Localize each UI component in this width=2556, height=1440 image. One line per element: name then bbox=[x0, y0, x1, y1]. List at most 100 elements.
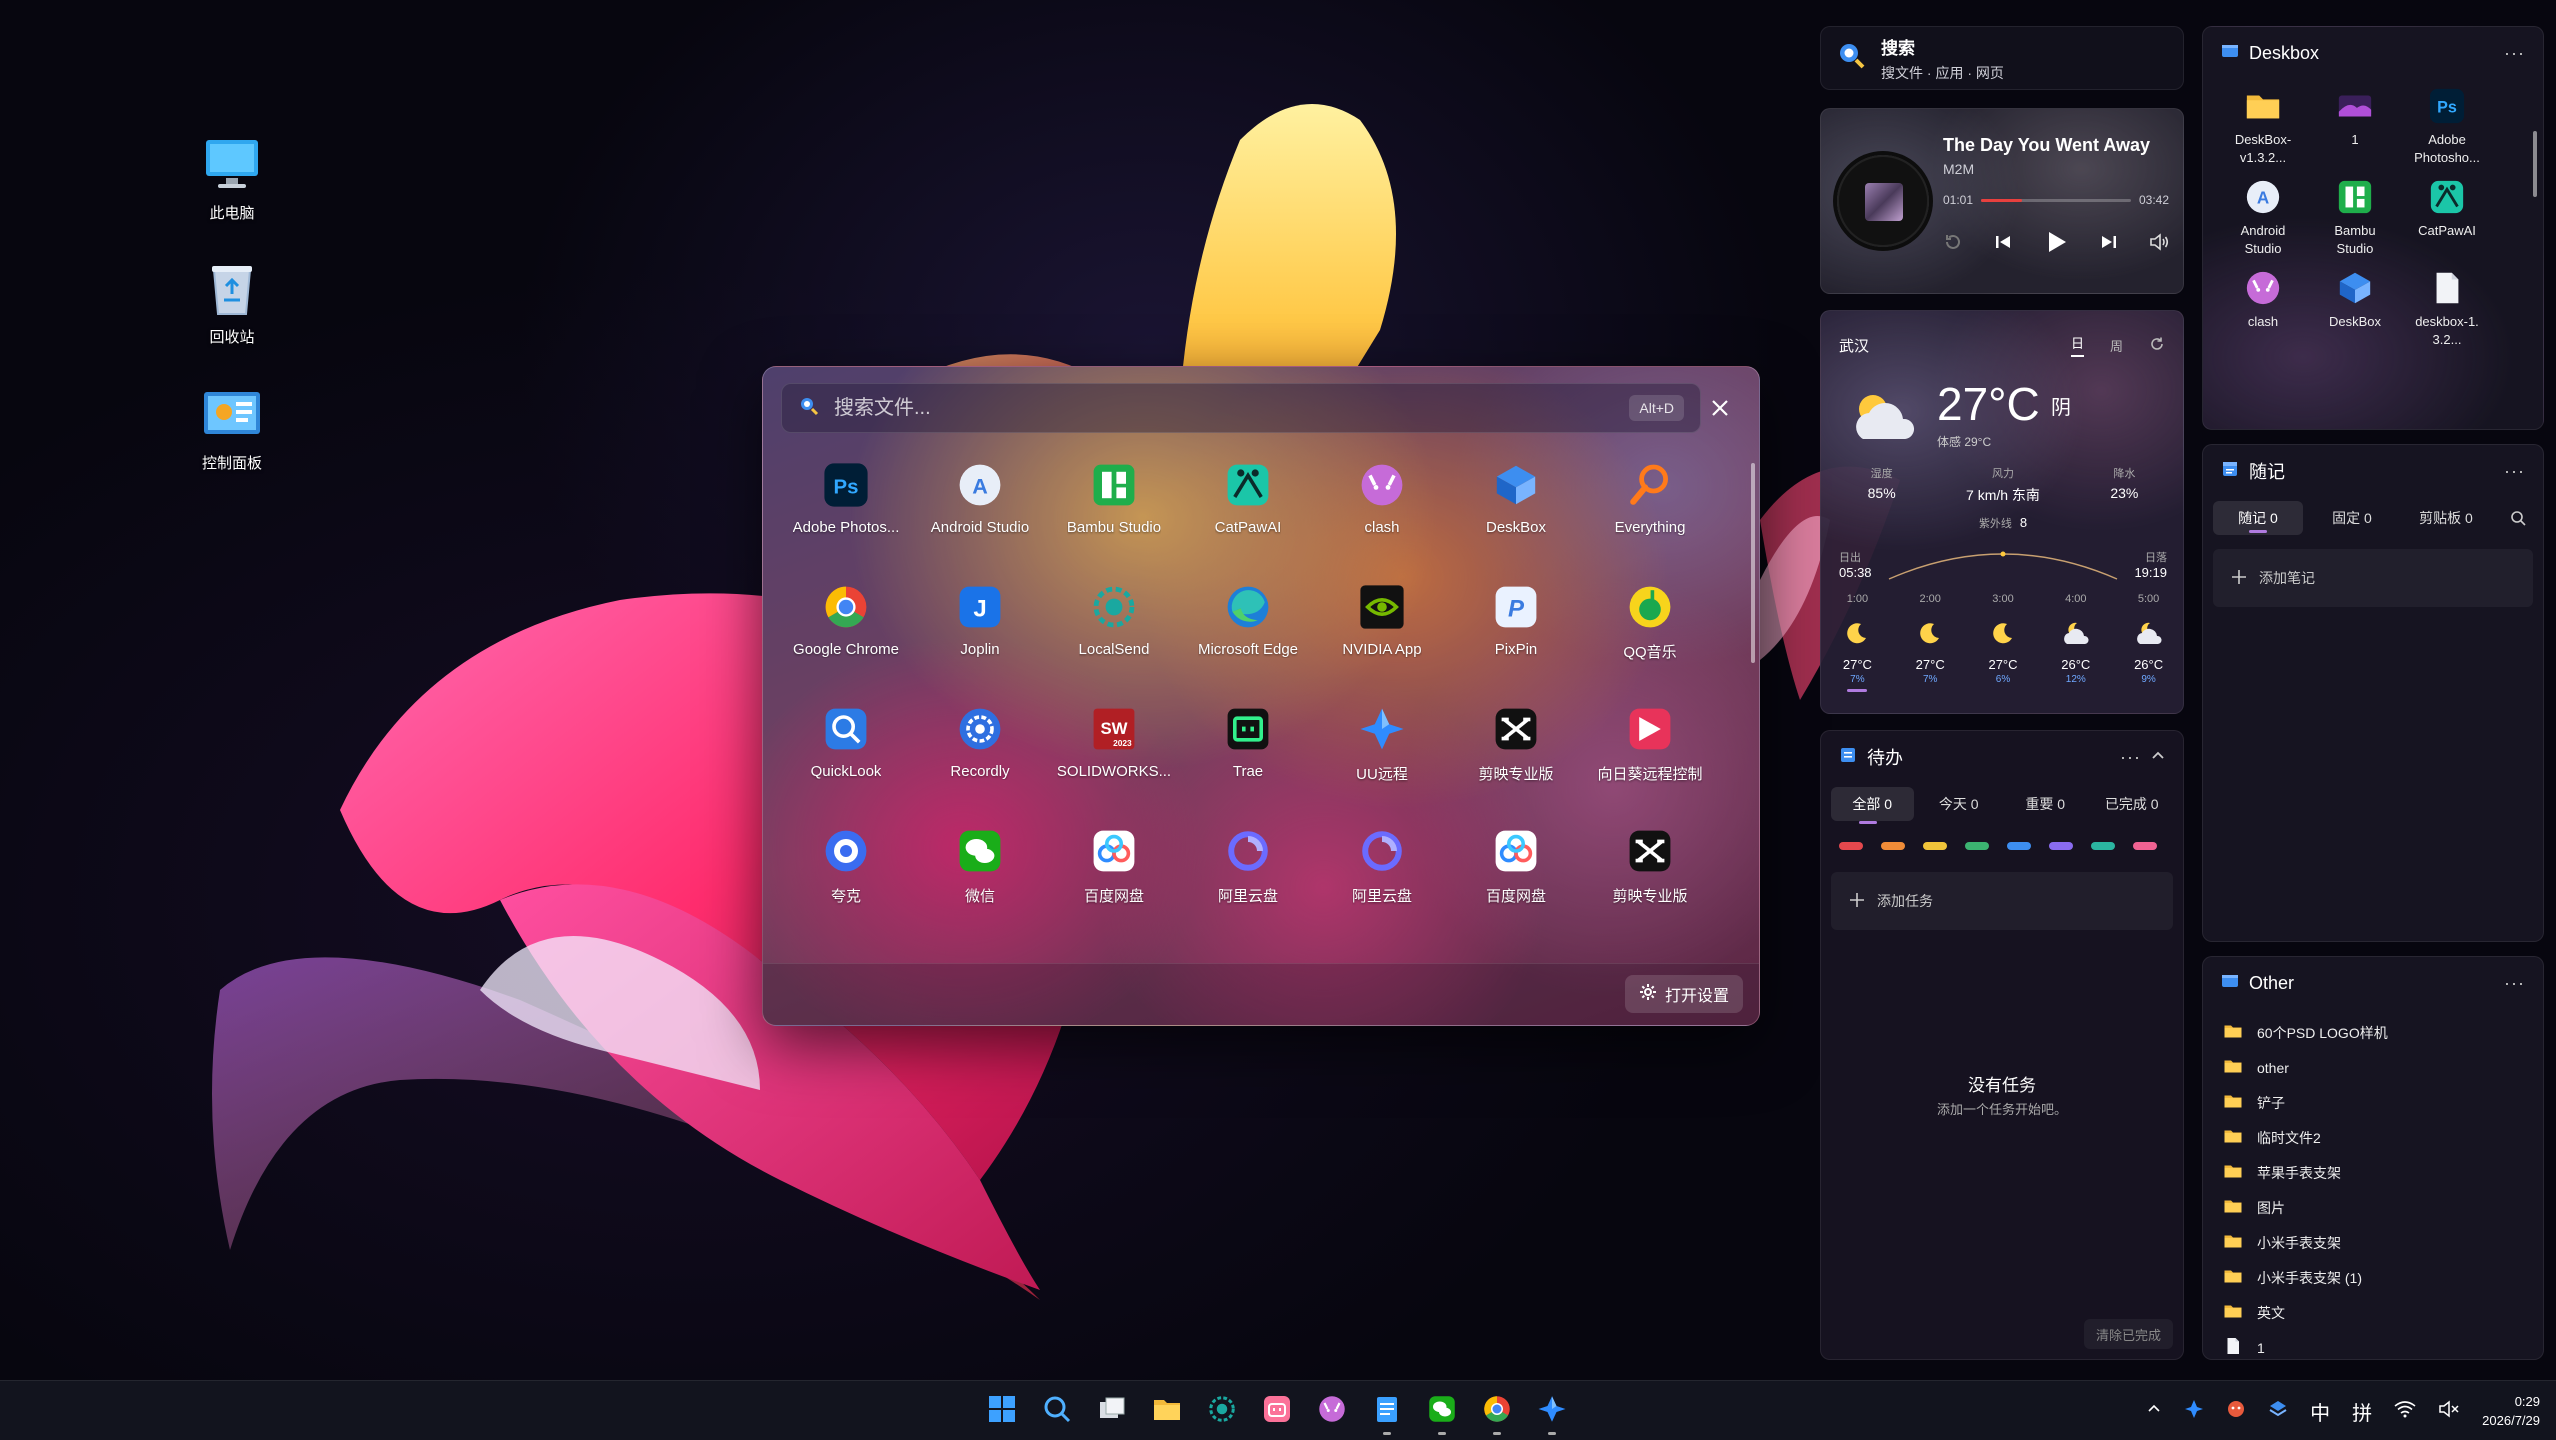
folder-list-item[interactable]: 英文 bbox=[2223, 1295, 2523, 1330]
taskbar-windows-start-button[interactable] bbox=[982, 1391, 1022, 1431]
color-filter-dot[interactable] bbox=[2049, 842, 2073, 850]
color-filter-dot[interactable] bbox=[2007, 842, 2031, 850]
search-widget[interactable]: 搜索 搜文件 · 应用 · 网页 bbox=[1820, 26, 2184, 90]
launcher-app-tile[interactable]: 百度网盘 bbox=[1449, 815, 1583, 937]
launcher-app-tile[interactable]: QQ音乐 bbox=[1583, 571, 1717, 693]
wifi-icon[interactable] bbox=[2394, 1400, 2416, 1423]
ime-language[interactable]: 中 bbox=[2310, 1397, 2330, 1426]
color-filter-dot[interactable] bbox=[1923, 842, 1947, 850]
deskbox-item[interactable]: clash bbox=[2217, 269, 2309, 348]
launcher-app-tile[interactable]: P PixPin bbox=[1449, 571, 1583, 693]
deskbox-item[interactable]: DeskBox bbox=[2309, 269, 2401, 348]
collapse-icon[interactable] bbox=[2151, 747, 2165, 768]
tab-clipboard[interactable]: 剪贴板 0 bbox=[2401, 501, 2491, 535]
open-settings-button[interactable]: 打开设置 bbox=[1624, 975, 1743, 1013]
taskbar-task-view-button[interactable] bbox=[1092, 1391, 1132, 1431]
tab-day[interactable]: 日 bbox=[2070, 333, 2084, 357]
launcher-app-tile[interactable]: 阿里云盘 bbox=[1315, 815, 1449, 937]
tab-notes[interactable]: 随记 0 bbox=[2213, 501, 2303, 535]
deskbox-item[interactable]: Bambu Studio bbox=[2309, 178, 2401, 257]
launcher-app-tile[interactable]: DeskBox bbox=[1449, 449, 1583, 571]
launcher-app-tile[interactable]: Trae bbox=[1181, 693, 1315, 815]
system-clock[interactable]: 0:29 2026/7/29 bbox=[2482, 1392, 2540, 1431]
deskbox-item[interactable]: Ps Adobe Photosho... bbox=[2401, 87, 2493, 166]
launcher-app-tile[interactable]: 剪映专业版 bbox=[1583, 815, 1717, 937]
close-icon[interactable] bbox=[1703, 391, 1737, 425]
folder-list-item[interactable]: 铲子 bbox=[2223, 1085, 2523, 1120]
color-filter-dot[interactable] bbox=[1965, 842, 1989, 850]
launcher-app-tile[interactable]: Google Chrome bbox=[779, 571, 913, 693]
taskbar-clash-button[interactable] bbox=[1312, 1391, 1352, 1431]
taskbar-bilibili-button[interactable] bbox=[1257, 1391, 1297, 1431]
deskbox-item[interactable]: 1 bbox=[2309, 87, 2401, 166]
volume-muted-icon[interactable] bbox=[2438, 1399, 2460, 1423]
launcher-app-tile[interactable]: J Joplin bbox=[913, 571, 1047, 693]
color-filter-dot[interactable] bbox=[1881, 842, 1905, 850]
tab-completed[interactable]: 已完成 0 bbox=[2091, 787, 2174, 821]
folder-list-item[interactable]: 苹果手表支架 bbox=[2223, 1155, 2523, 1190]
playback-progress[interactable]: 01:01 03:42 bbox=[1943, 193, 2169, 207]
previous-track-icon[interactable] bbox=[1993, 232, 2013, 257]
repeat-icon[interactable] bbox=[1943, 232, 1963, 257]
folder-list-item[interactable]: 图片 bbox=[2223, 1190, 2523, 1225]
tab-pinned[interactable]: 固定 0 bbox=[2307, 501, 2397, 535]
folder-list-item[interactable]: 1 bbox=[2223, 1330, 2523, 1359]
ime-mode[interactable]: 拼 bbox=[2352, 1397, 2372, 1426]
launcher-app-tile[interactable]: 向日葵远程控制 bbox=[1583, 693, 1717, 815]
add-task-button[interactable]: 添加任务 bbox=[1831, 872, 2173, 930]
deskbox-item[interactable]: A Android Studio bbox=[2217, 178, 2309, 257]
taskbar-file-explorer-button[interactable] bbox=[1147, 1391, 1187, 1431]
tab-today[interactable]: 今天 0 bbox=[1918, 787, 2001, 821]
color-filter-dot[interactable] bbox=[2133, 842, 2157, 850]
launcher-app-tile[interactable]: Bambu Studio bbox=[1047, 449, 1181, 571]
launcher-app-tile[interactable]: 微信 bbox=[913, 815, 1047, 937]
more-options-icon[interactable]: ··· bbox=[2504, 43, 2525, 64]
launcher-app-tile[interactable]: NVIDIA App bbox=[1315, 571, 1449, 693]
launcher-app-tile[interactable]: 阿里云盘 bbox=[1181, 815, 1315, 937]
desktop-icon-recycle-bin[interactable]: 回收站 bbox=[172, 258, 292, 347]
more-options-icon[interactable]: ··· bbox=[2504, 461, 2525, 482]
play-icon[interactable] bbox=[2043, 229, 2069, 260]
launcher-app-tile[interactable]: 夸克 bbox=[779, 815, 913, 937]
launcher-app-tile[interactable]: Recordly bbox=[913, 693, 1047, 815]
launcher-app-tile[interactable]: clash bbox=[1315, 449, 1449, 571]
launcher-app-tile[interactable]: LocalSend bbox=[1047, 571, 1181, 693]
desktop-icon-this-pc[interactable]: 此电脑 bbox=[172, 134, 292, 223]
folder-list-item[interactable]: 临时文件2 bbox=[2223, 1120, 2523, 1155]
launcher-scrollbar[interactable] bbox=[1751, 463, 1755, 663]
volume-icon[interactable] bbox=[2149, 232, 2169, 257]
deskbox-scrollbar[interactable] bbox=[2533, 131, 2537, 197]
more-options-icon[interactable]: ··· bbox=[2120, 747, 2141, 768]
launcher-app-tile[interactable]: 百度网盘 bbox=[1047, 815, 1181, 937]
taskbar-notepad-button[interactable] bbox=[1367, 1391, 1407, 1435]
deskbox-item[interactable]: DeskBox- v1.3.2... bbox=[2217, 87, 2309, 166]
chevron-up-icon[interactable] bbox=[2146, 1401, 2162, 1422]
deskbox-item[interactable]: deskbox-1. 3.2... bbox=[2401, 269, 2493, 348]
refresh-icon[interactable] bbox=[2149, 336, 2165, 355]
launcher-app-tile[interactable]: UU远程 bbox=[1315, 693, 1449, 815]
more-options-icon[interactable]: ··· bbox=[2504, 973, 2525, 994]
launcher-app-tile[interactable]: A Android Studio bbox=[913, 449, 1047, 571]
launcher-app-tile[interactable]: Ps Adobe Photos... bbox=[779, 449, 913, 571]
progress-track[interactable] bbox=[1981, 198, 2131, 202]
clear-completed-button[interactable]: 清除已完成 bbox=[2083, 1319, 2173, 1349]
taskbar-search-button[interactable] bbox=[1037, 1391, 1077, 1431]
color-filter-dot[interactable] bbox=[2091, 842, 2115, 850]
tab-all[interactable]: 全部 0 bbox=[1831, 787, 1914, 821]
launcher-app-tile[interactable]: CatPawAI bbox=[1181, 449, 1315, 571]
launcher-app-tile[interactable]: Microsoft Edge bbox=[1181, 571, 1315, 693]
folder-list-item[interactable]: 小米手表支架 bbox=[2223, 1225, 2523, 1260]
tab-week[interactable]: 周 bbox=[2110, 336, 2123, 355]
launcher-app-tile[interactable]: QuickLook bbox=[779, 693, 913, 815]
taskbar-localsend-button[interactable] bbox=[1202, 1391, 1242, 1431]
desktop-icon-control-panel[interactable]: 控制面板 bbox=[172, 384, 292, 473]
taskbar-uu-remote-button[interactable] bbox=[1532, 1391, 1572, 1435]
launcher-app-tile[interactable]: 剪映专业版 bbox=[1449, 693, 1583, 815]
folder-list-item[interactable]: 60个PSD LOGO样机 bbox=[2223, 1015, 2523, 1050]
tab-important[interactable]: 重要 0 bbox=[2004, 787, 2087, 821]
taskbar-wechat-button[interactable] bbox=[1422, 1391, 1462, 1435]
next-track-icon[interactable] bbox=[2099, 232, 2119, 257]
launcher-app-tile[interactable]: Everything bbox=[1583, 449, 1717, 571]
folder-list-item[interactable]: other bbox=[2223, 1050, 2523, 1085]
add-note-button[interactable]: 添加笔记 bbox=[2213, 549, 2533, 607]
